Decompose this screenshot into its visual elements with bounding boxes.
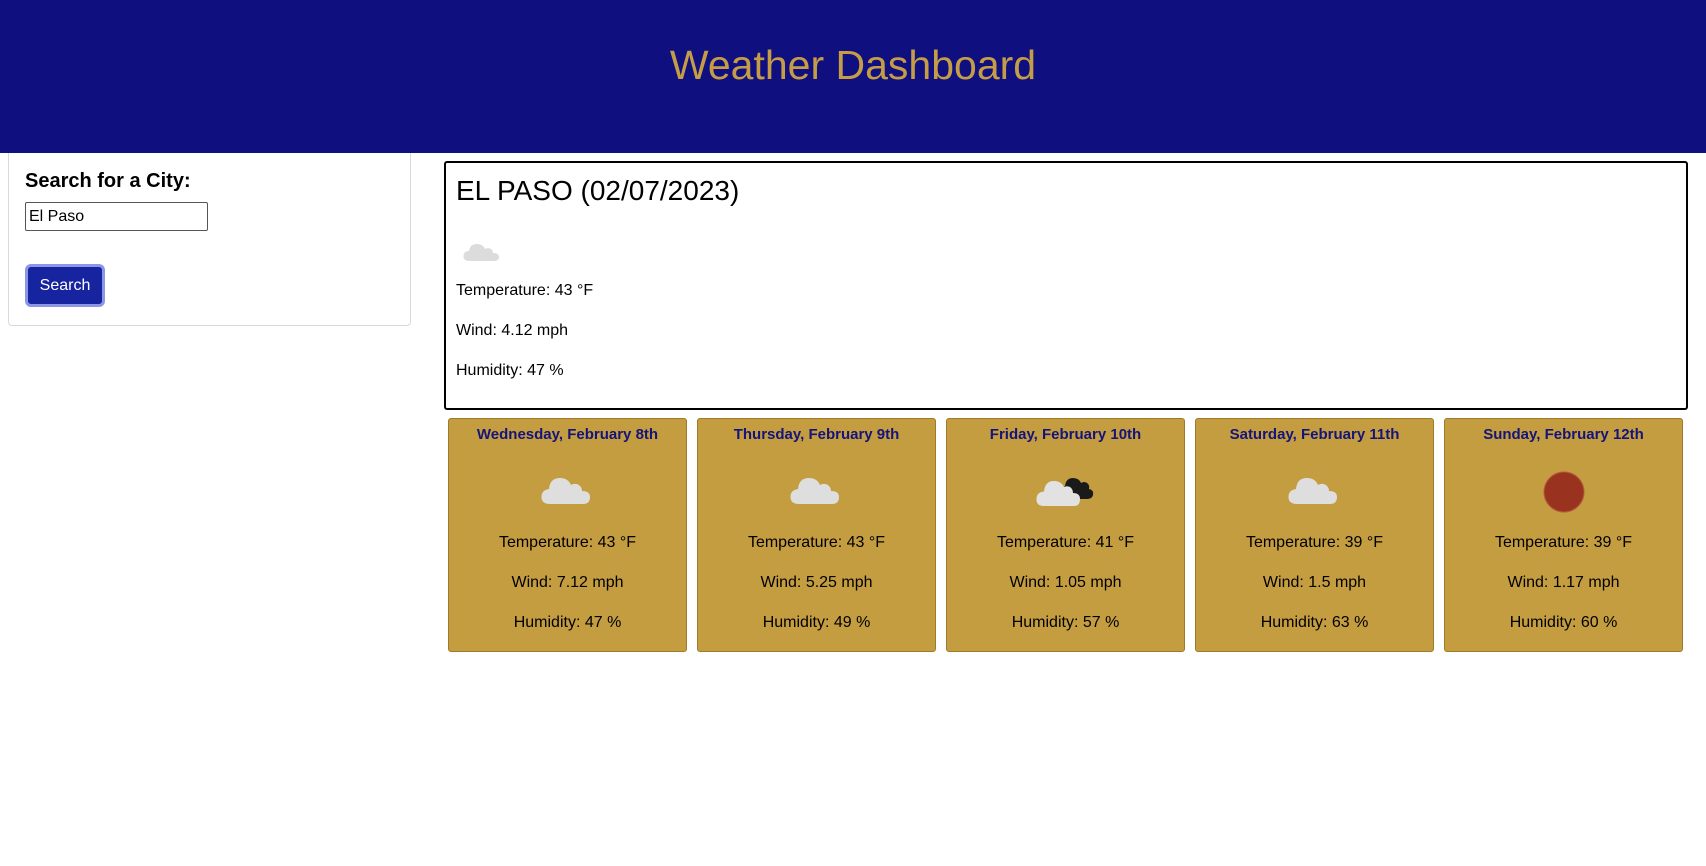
five-day-forecast: Wednesday, February 8th Temperature: 43 … [448,418,1684,652]
page-title: Weather Dashboard [669,42,1037,88]
forecast-date: Sunday, February 12th [1483,426,1644,443]
forecast-temperature: Temperature: 39 °F [1245,534,1384,551]
forecast-date: Friday, February 10th [989,426,1142,443]
search-panel: Search for a City: Search [8,153,411,326]
forecast-card: Sunday, February 12th Temperature: 39 °F… [1444,418,1683,652]
forecast-wind: Wind: 5.25 mph [760,574,873,591]
forecast-temperature: Temperature: 43 °F [747,534,886,551]
forecast-humidity: Humidity: 63 % [1260,614,1369,631]
forecast-card: Friday, February 10th Temperature: 41 °F… [946,418,1185,652]
cloud-icon [1287,469,1343,514]
clear-sky-icon [1541,469,1587,520]
cloud-icon [789,469,845,514]
forecast-humidity: Humidity: 57 % [1011,614,1120,631]
current-wind: Wind: 4.12 mph [456,322,569,339]
forecast-card: Thursday, February 9th Temperature: 43 °… [697,418,936,652]
current-temperature: Temperature: 43 °F [456,282,594,299]
forecast-wind: Wind: 1.17 mph [1507,574,1620,591]
broken-clouds-icon [1035,469,1096,516]
cloud-icon [540,469,596,514]
forecast-temperature: Temperature: 39 °F [1494,534,1633,551]
forecast-card: Wednesday, February 8th Temperature: 43 … [448,418,687,652]
city-search-input[interactable] [25,202,208,231]
search-button[interactable]: Search [25,264,105,307]
current-city-title: EL PASO (02/07/2023) [456,175,740,206]
forecast-date: Thursday, February 9th [733,426,900,443]
current-humidity: Humidity: 47 % [456,362,564,379]
cloud-icon [462,237,502,270]
forecast-humidity: Humidity: 49 % [762,614,871,631]
page-header: Weather Dashboard [0,0,1706,153]
forecast-card: Saturday, February 11th Temperature: 39 … [1195,418,1434,652]
current-weather-card: EL PASO (02/07/2023) Temperature: 43 °F … [444,161,1688,410]
forecast-date: Saturday, February 11th [1229,426,1400,443]
forecast-humidity: Humidity: 47 % [513,614,622,631]
forecast-wind: Wind: 1.05 mph [1009,574,1122,591]
forecast-humidity: Humidity: 60 % [1509,614,1618,631]
forecast-temperature: Temperature: 41 °F [996,534,1135,551]
forecast-wind: Wind: 1.5 mph [1262,574,1367,591]
search-label: Search for a City: [25,170,191,192]
forecast-wind: Wind: 7.12 mph [511,574,624,591]
forecast-date: Wednesday, February 8th [476,426,659,443]
forecast-temperature: Temperature: 43 °F [498,534,637,551]
